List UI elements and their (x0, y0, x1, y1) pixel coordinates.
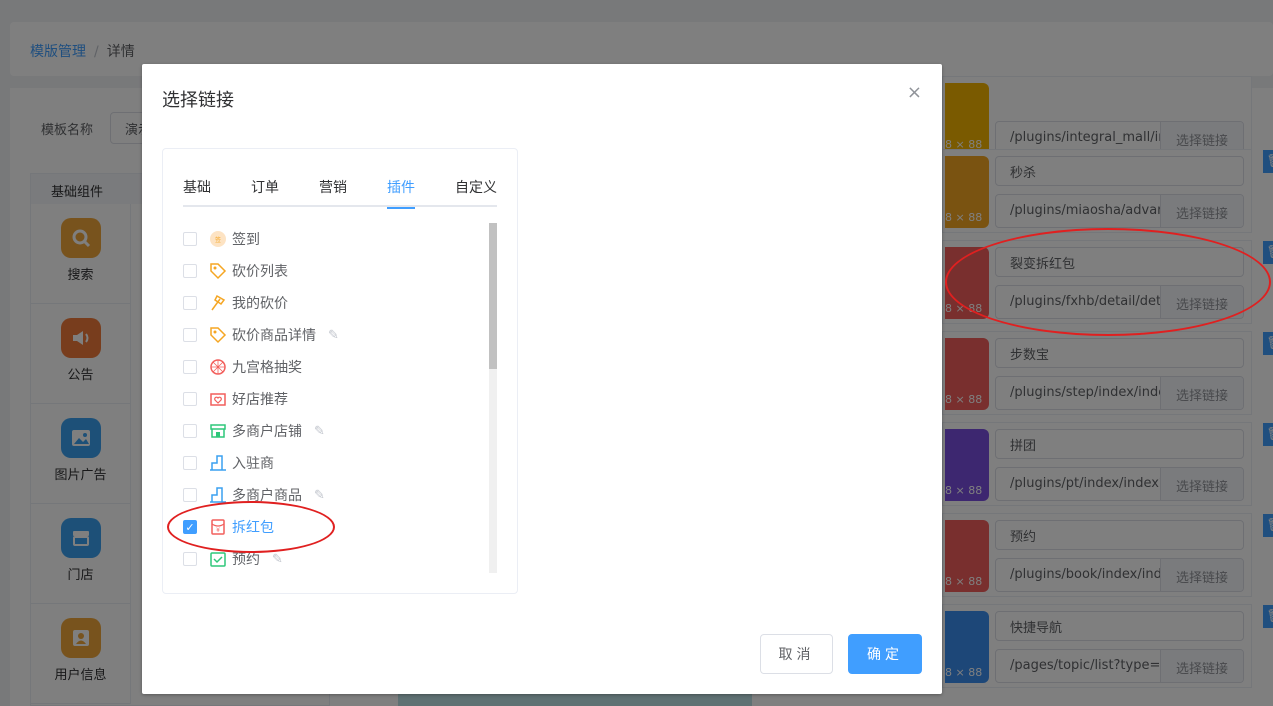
list-item[interactable]: 预约 ✎ (183, 543, 491, 573)
list-item[interactable]: 砍价列表 (183, 255, 491, 287)
list-item[interactable]: 我的砍价 (183, 287, 491, 319)
edit-icon[interactable]: ✎ (328, 328, 339, 343)
cancel-button[interactable]: 取消 (760, 634, 833, 674)
checkbox[interactable] (183, 456, 197, 470)
list-item[interactable]: 签 签到 (183, 223, 491, 255)
edit-icon[interactable]: ✎ (314, 488, 325, 503)
checkbox[interactable] (183, 232, 197, 246)
checkbox[interactable] (183, 328, 197, 342)
checkbox[interactable] (183, 264, 197, 278)
checkbox[interactable] (183, 360, 197, 374)
checkbox[interactable] (183, 392, 197, 406)
tag-icon (209, 326, 227, 344)
list-item-label: 砍价列表 (232, 264, 288, 280)
list-item-label: 好店推荐 (232, 392, 288, 408)
list-item[interactable]: 入驻商 (183, 447, 491, 479)
list-item-label: 预约 (232, 552, 260, 568)
svg-text:签: 签 (215, 236, 221, 244)
edit-icon[interactable]: ✎ (272, 552, 283, 567)
lottery-icon (209, 358, 227, 376)
edit-icon[interactable]: ✎ (314, 424, 325, 439)
svg-text:¥: ¥ (216, 527, 220, 534)
link-picker: 基础 订单 营销 插件 自定义 签 签到 砍价列表 我的砍价 砍价商品详情 ✎ … (162, 148, 518, 594)
dialog-title: 选择链接 (162, 90, 234, 111)
list-item-label: 签到 (232, 232, 260, 248)
list-item[interactable]: 砍价商品详情 ✎ (183, 319, 491, 351)
list-item[interactable]: 多商户店铺 ✎ (183, 415, 491, 447)
list-item-selected[interactable]: ✓ ¥ 拆红包 (183, 511, 491, 543)
checkbox-checked[interactable]: ✓ (183, 520, 197, 534)
list-item-label: 砍价商品详情 (232, 328, 316, 344)
list-item[interactable]: 好店推荐 (183, 383, 491, 415)
tab-plugins[interactable]: 插件 (387, 169, 415, 209)
list-item-label: 多商户商品 (232, 488, 302, 504)
checkbox[interactable] (183, 296, 197, 310)
tab-custom[interactable]: 自定义 (455, 169, 497, 207)
building-icon (209, 486, 227, 504)
tag-icon (209, 262, 227, 280)
shop-heart-icon (209, 390, 227, 408)
checkbox[interactable] (183, 424, 197, 438)
list-item-label: 入驻商 (232, 456, 274, 472)
tab-marketing[interactable]: 营销 (319, 169, 347, 207)
list-item[interactable]: 九宫格抽奖 (183, 351, 491, 383)
tab-order[interactable]: 订单 (251, 169, 279, 207)
list-item-label: 我的砍价 (232, 296, 288, 312)
tab-basic[interactable]: 基础 (183, 169, 211, 207)
list-item-label: 九宫格抽奖 (232, 360, 302, 376)
list-item-label: 拆红包 (232, 520, 274, 536)
list-item[interactable]: 多商户商品 ✎ (183, 479, 491, 511)
close-icon[interactable]: × (907, 82, 922, 103)
checkbox[interactable] (183, 552, 197, 566)
axe-icon (209, 294, 227, 312)
storefront-icon (209, 422, 227, 440)
list-item-label: 多商户店铺 (232, 424, 302, 440)
scrollbar-thumb[interactable] (489, 223, 497, 369)
calendar-check-icon (209, 550, 227, 568)
red-envelope-icon: ¥ (209, 518, 227, 536)
building-icon (209, 454, 227, 472)
select-link-dialog: 选择链接 × 基础 订单 营销 插件 自定义 签 签到 砍价列表 我的砍价 砍价… (142, 64, 942, 694)
sign-in-icon: 签 (209, 230, 227, 248)
link-type-tabs: 基础 订单 营销 插件 自定义 (183, 169, 497, 209)
checkbox[interactable] (183, 488, 197, 502)
confirm-button[interactable]: 确定 (848, 634, 922, 674)
plugin-link-list: 签 签到 砍价列表 我的砍价 砍价商品详情 ✎ 九宫格抽奖 好店推荐 多商户店铺… (183, 223, 491, 573)
